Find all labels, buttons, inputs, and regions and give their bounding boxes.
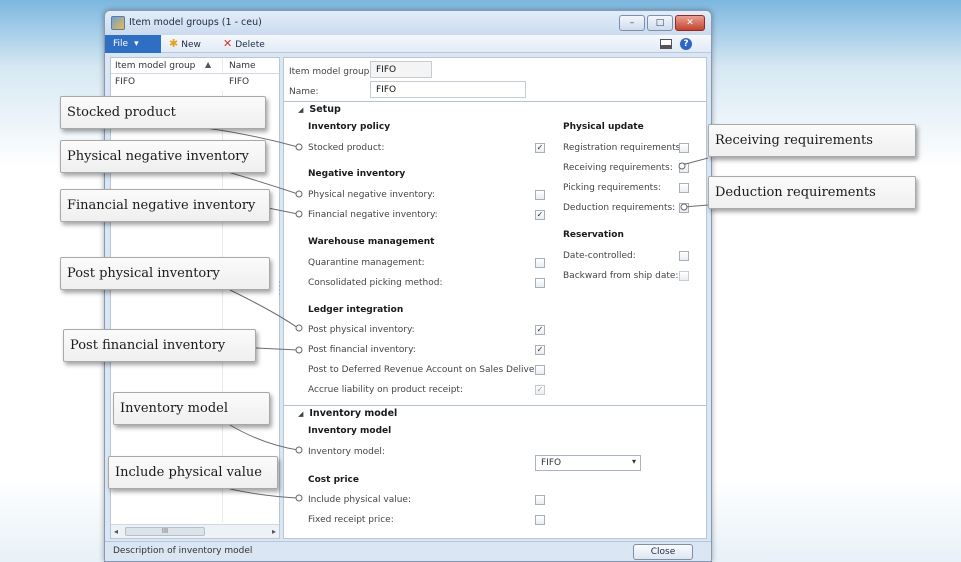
anchor-dot [295, 143, 303, 151]
callout-post-financial-inventory: Post financial inventory [63, 329, 256, 362]
callout-inventory-model: Inventory model [113, 392, 270, 425]
callout-stocked-product: Stocked product [60, 96, 266, 129]
leader-post-physical [229, 289, 299, 329]
anchor-dot [295, 324, 303, 332]
anchor-dot [295, 346, 303, 354]
leader-post-financial [255, 347, 299, 351]
leader-inventory-model [229, 424, 299, 451]
callout-financial-negative-inventory: Financial negative inventory [60, 189, 270, 222]
leader-financial-negative [267, 207, 299, 215]
anchor-dot [295, 494, 303, 502]
callout-physical-negative-inventory: Physical negative inventory [60, 140, 266, 173]
anchor-dot [295, 190, 303, 198]
anchor-dot [295, 210, 303, 218]
callout-post-physical-inventory: Post physical inventory [60, 257, 270, 290]
leader-receiving [681, 157, 709, 166]
anchor-dot [295, 446, 303, 454]
anchor-dot [678, 162, 686, 170]
leader-deduction [683, 204, 709, 208]
anchor-dot [680, 203, 688, 211]
leader-include-physical [229, 488, 299, 499]
callout-receiving-requirements: Receiving requirements [708, 124, 916, 157]
callout-deduction-requirements: Deduction requirements [708, 176, 916, 209]
callout-include-physical-value: Include physical value [108, 456, 278, 489]
